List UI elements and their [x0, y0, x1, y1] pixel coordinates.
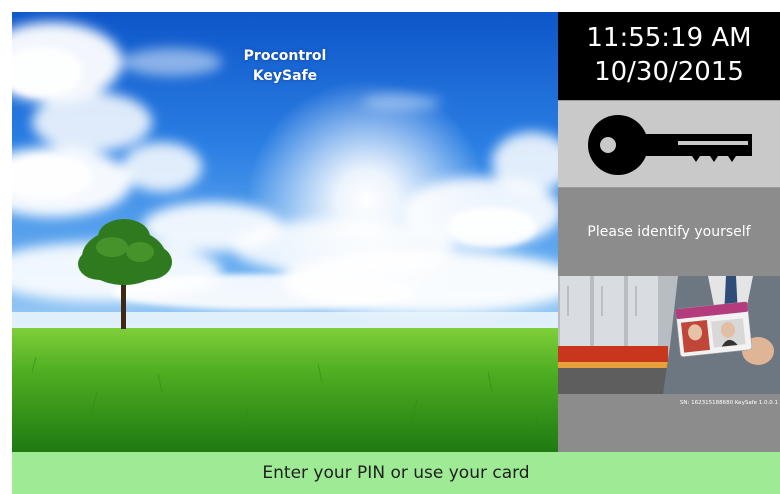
- brand-name: Procontrol: [243, 48, 327, 64]
- clock-time: 11:55:19 AM: [586, 23, 752, 53]
- background-scene: Procontrol KeySafe: [12, 12, 558, 452]
- identify-prompt: Please identify yourself: [558, 188, 780, 276]
- pin-instruction-bar[interactable]: Enter your PIN or use your card: [12, 452, 780, 494]
- keysafe-screen: Procontrol KeySafe 11:55:19 AM 10/30/201…: [0, 0, 780, 494]
- id-card-photo: [558, 276, 780, 394]
- clock-panel: 11:55:19 AM 10/30/2015: [558, 12, 780, 100]
- sidebar: 11:55:19 AM 10/30/2015 Please identify y…: [558, 12, 780, 452]
- serial-number: SN: 162315188680 KeySafe 1.0.0.1: [679, 400, 778, 406]
- clock-date: 10/30/2015: [594, 57, 744, 87]
- brand-product: KeySafe: [252, 68, 318, 84]
- key-panel: [558, 100, 780, 188]
- app-brand: Procontrol KeySafe: [192, 46, 378, 86]
- key-icon: [588, 115, 752, 175]
- person-with-card-image: [558, 276, 780, 394]
